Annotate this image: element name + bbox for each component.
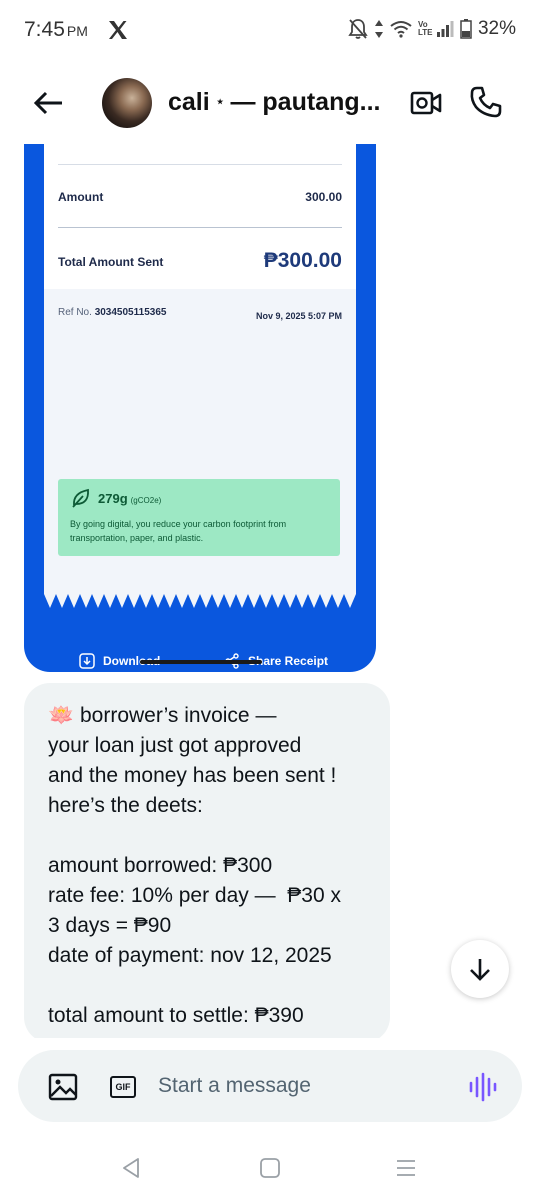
gif-button[interactable]: GIF xyxy=(108,1072,138,1102)
nav-back-icon[interactable] xyxy=(120,1156,144,1180)
video-call-icon[interactable] xyxy=(409,86,443,120)
voice-waveform-icon[interactable] xyxy=(468,1072,498,1102)
receipt-details: Ref No. 3034505115365 Nov 9, 2025 5:07 P… xyxy=(44,289,356,610)
star-glyph: ⋆ xyxy=(215,93,225,109)
composer-area: GIF xyxy=(0,1038,540,1134)
message-bubble[interactable]: 🪷 borrower’s invoice — your loan just go… xyxy=(24,683,390,1043)
carbon-value: 279g (gCO2e) xyxy=(98,491,161,506)
ref-number: 3034505115365 xyxy=(94,307,167,318)
message-line: rate fee: 10% per day — ₱30 x xyxy=(48,884,341,907)
total-value: ₱300.00 xyxy=(263,249,342,272)
chat-title[interactable]: cali ⋆ — pautang... xyxy=(168,88,380,117)
message-line xyxy=(48,971,378,1001)
chat-name: cali xyxy=(168,88,210,116)
status-icons: Vo LTE 32% xyxy=(348,18,516,40)
scroll-to-bottom-button[interactable] xyxy=(451,940,509,998)
volte-label: Vo LTE xyxy=(417,20,433,37)
status-time-value: 7:45 xyxy=(24,18,65,41)
mute-bell-icon xyxy=(348,19,368,39)
gif-label: GIF xyxy=(115,1082,131,1092)
status-bar: 7:45 PM Vo LTE 32% xyxy=(0,0,540,62)
message-text: 🪷 borrower’s invoice — your loan just go… xyxy=(48,701,378,1031)
status-time: 7:45 PM xyxy=(24,18,88,42)
message-line: amount borrowed: ₱300 xyxy=(48,854,273,877)
message-composer: GIF xyxy=(18,1050,522,1122)
back-arrow-icon[interactable] xyxy=(30,84,68,122)
system-navigation-bar xyxy=(0,1134,540,1200)
phone-call-icon[interactable] xyxy=(468,84,504,120)
nav-home-icon[interactable] xyxy=(259,1157,281,1179)
signal-icon xyxy=(436,21,454,37)
x-logo-icon xyxy=(109,21,127,39)
message-line: and the money has been sent ! xyxy=(48,764,337,787)
carbon-amount: 279g xyxy=(98,491,128,506)
message-line xyxy=(48,821,378,851)
battery-icon xyxy=(460,19,472,39)
total-label: Total Amount Sent xyxy=(58,255,164,269)
carbon-unit: (gCO2e) xyxy=(130,496,162,505)
message-line: 3 days = ₱90 xyxy=(48,914,172,937)
avatar[interactable] xyxy=(102,78,152,128)
message-line: total amount to settle: ₱390 xyxy=(48,1004,304,1027)
status-time-ampm: PM xyxy=(66,23,88,39)
message-line: date of payment: nov 12, 2025 xyxy=(48,944,332,967)
wifi-icon xyxy=(390,21,412,38)
message-line: 🪷 borrower’s invoice — xyxy=(48,704,277,727)
carbon-footprint-card: 279g (gCO2e) By going digital, you reduce… xyxy=(58,479,340,556)
home-indicator-bar xyxy=(140,660,262,664)
image-icon[interactable] xyxy=(48,1072,78,1102)
divider xyxy=(58,227,342,228)
chat-suffix: — pautang... xyxy=(230,88,381,116)
receipt-zigzag-edge xyxy=(44,594,356,612)
message-input[interactable] xyxy=(158,1068,458,1104)
carbon-description: By going digital, you reduce your carbon… xyxy=(70,519,287,543)
ref-label: Ref No. xyxy=(58,307,92,318)
arrow-down-icon xyxy=(470,959,490,981)
amount-value: 300.00 xyxy=(305,190,342,204)
amount-label: Amount xyxy=(58,190,104,204)
divider xyxy=(58,164,342,165)
leaf-icon xyxy=(72,488,89,508)
battery-percent: 32% xyxy=(477,18,516,39)
data-transfer-icon xyxy=(374,20,383,38)
conversation-header: cali ⋆ — pautang... xyxy=(0,62,540,144)
ref-row: Ref No. 3034505115365 xyxy=(58,307,166,318)
receipt-paper: Amount 300.00 Total Amount Sent ₱300.00 … xyxy=(44,144,356,610)
message-line: here’s the deets: xyxy=(48,794,203,817)
nav-recent-apps-icon[interactable] xyxy=(395,1157,417,1179)
receipt-image[interactable]: Amount 300.00 Total Amount Sent ₱300.00 … xyxy=(24,144,376,672)
download-icon xyxy=(79,653,95,669)
transaction-date: Nov 9, 2025 5:07 PM xyxy=(255,311,342,321)
message-line: your loan just got approved xyxy=(48,734,302,757)
